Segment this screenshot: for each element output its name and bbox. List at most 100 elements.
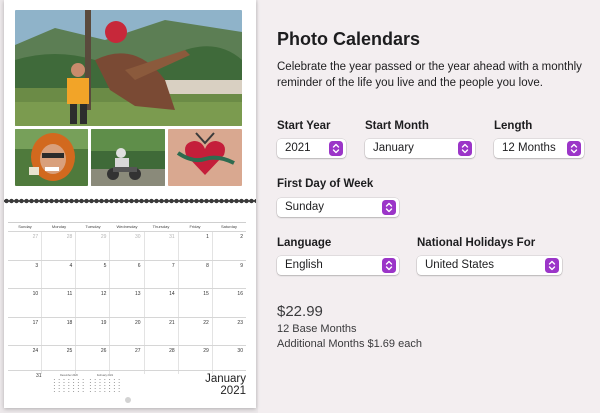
day-number: 10 [32,291,39,297]
start-month-value: January [373,142,414,154]
day-cell: 2 [211,232,246,260]
chevron-up-down-icon [382,200,396,215]
start-year-value: 2021 [285,142,311,154]
first-day-value: Sunday [285,201,325,213]
photo-motorcycle [91,129,165,186]
day-cell: 1 [177,232,212,260]
day-number: 7 [171,262,175,269]
day-number: 30 [237,348,243,354]
day-number: 27 [135,348,141,354]
day-number: 5 [103,262,107,269]
holidays-select[interactable]: United States [417,256,562,275]
day-number: 23 [237,319,243,326]
day-cell: 5 [75,260,109,288]
chevron-up-down-icon [545,258,559,273]
weekday-label: Monday [51,224,67,229]
length-value: 12 Months [502,142,556,154]
day-cell: 12 [75,289,109,317]
base-months: 12 Base Months [277,323,357,335]
length-select[interactable]: 12 Months [494,139,584,158]
day-number: 17 [32,319,39,326]
day-number: 18 [66,319,73,326]
day-number: 28 [66,234,73,240]
day-cell: 22 [177,317,212,345]
holidays-value: United States [425,259,495,271]
length-label: Length [494,120,533,132]
day-number: 20 [135,319,141,326]
start-month-select[interactable]: January [365,139,475,158]
day-cell: 21 [143,317,178,345]
weeks: 27 28 29 30 31 1 2 3 4 5 6 7 8 9 10 11 12 13 14 15 16 17 18 19 2… [8,231,246,374]
week-row: 27 28 29 30 31 1 2 [8,231,246,260]
day-number: 19 [100,319,107,326]
first-day-label: First Day of Week [277,178,374,190]
weekday-label: Friday [189,224,201,229]
day-cell: 14 [143,289,178,317]
day-cell: 11 [41,289,75,317]
day-cell: 31 [143,232,178,260]
language-label: Language [277,237,332,249]
main-photo [15,10,242,126]
day-cell: 7 [143,260,178,288]
spiral-binding [4,196,256,206]
day-number: 25 [66,348,73,354]
first-day-select[interactable]: Sunday [277,198,399,217]
day-cell: 23 [211,317,246,345]
mini-calendar-days [52,378,86,392]
day-cell: 30 [109,232,143,260]
day-cell: 28 [41,232,75,260]
day-cell: 10 [8,289,41,317]
day-number: 29 [100,234,107,240]
chevron-up-down-icon [382,258,396,273]
day-number: 4 [69,262,73,269]
month-name: January [205,373,246,385]
day-number: 11 [67,291,73,297]
day-cell: 20 [109,317,143,345]
week-row: 3 4 5 6 7 8 9 [8,259,246,288]
chevron-up-down-icon [458,141,472,156]
day-cell: 17 [8,318,41,346]
description: Celebrate the year passed or the year ah… [277,61,582,89]
day-number: 22 [203,319,209,326]
day-cell: 9 [211,260,246,288]
holidays-label: National Holidays For [417,237,536,249]
day-cell: 18 [41,317,75,345]
day-number: 3 [35,262,39,269]
day-number: 31 [169,234,175,240]
week-row: 17 18 19 20 21 22 23 [8,316,246,346]
weekday-label: Saturday [220,224,237,229]
day-number: 28 [169,348,175,354]
day-number: 21 [169,319,175,326]
day-number: 9 [240,262,243,269]
photo-tattoo [168,129,242,186]
day-cell: 4 [41,260,75,288]
day-number: 14 [169,291,175,297]
day-cell: 29 [75,232,109,260]
page-indicator[interactable] [125,397,131,403]
day-cell: 13 [109,289,143,317]
day-number: 27 [32,234,39,240]
weekday-header: Sunday Monday Tuesday Wednesday Thursday Frid… [8,223,246,231]
day-cell: 15 [177,289,212,317]
start-year-select[interactable]: 2021 [277,139,346,158]
week-row: 10 11 12 13 14 15 16 [8,288,246,317]
chevron-up-down-icon [329,141,343,156]
day-number: 6 [137,262,141,269]
day-cell: 19 [75,317,109,345]
day-number: 26 [100,348,107,354]
day-number: 24 [32,348,39,354]
day-cell: 16 [211,289,246,317]
weekday-label: Wednesday [116,224,138,229]
weekday-label: Tuesday [85,224,101,229]
year-number: 2021 [220,385,246,397]
start-year-label: Start Year [277,120,331,132]
page-title: Photo Calendars [277,29,421,49]
day-number: 15 [203,291,209,297]
day-number: 29 [203,348,209,354]
month-year-title: January 2021 [205,373,246,397]
day-number: 2 [240,234,243,240]
additional-months: Additional Months $1.69 each [277,338,422,350]
language-select[interactable]: English [277,256,399,275]
day-number: 12 [100,291,107,297]
mini-calendar-prev: December 2020 [52,374,86,394]
